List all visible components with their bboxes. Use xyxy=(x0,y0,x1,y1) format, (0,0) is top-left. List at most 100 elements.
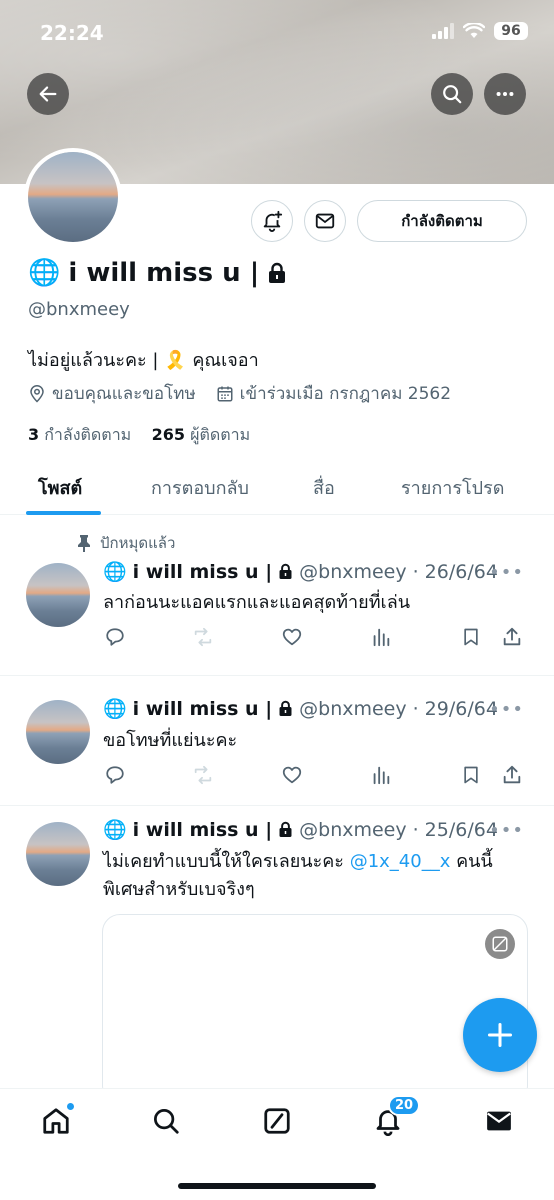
followers-count: 265 xyxy=(151,425,185,444)
share-button[interactable] xyxy=(500,625,524,649)
plus-icon xyxy=(487,1022,513,1048)
notify-button[interactable] xyxy=(251,200,293,242)
more-options-button[interactable] xyxy=(484,73,526,115)
post-header: 🌐 i will miss u | @bnxmeey · 25/6/64 xyxy=(103,818,498,842)
post-author-name[interactable]: i will miss u | xyxy=(133,698,272,720)
profile-tabs: โพสต์ การตอบกลับ สื่อ รายการโปรด xyxy=(0,465,554,515)
pinned-indicator: ปักหมุดแล้ว xyxy=(76,531,175,555)
post-date: 26/6/64 xyxy=(424,560,498,583)
globe-emoji-icon: 🌐 xyxy=(103,561,127,583)
tab-replies[interactable]: การตอบกลับ xyxy=(151,473,249,502)
post-author-name[interactable]: i will miss u | xyxy=(133,819,272,841)
globe-emoji-icon: 🌐 xyxy=(103,819,127,841)
post-actions xyxy=(103,625,523,651)
post-author-handle: @bnxmeey xyxy=(299,818,407,841)
post-avatar[interactable] xyxy=(26,822,90,886)
location-pin-icon xyxy=(30,384,44,403)
post-author-handle: @bnxmeey xyxy=(299,697,407,720)
post-author-name[interactable]: i will miss u | xyxy=(133,561,272,583)
profile-name-text: i will miss u | xyxy=(68,258,260,288)
analytics-icon xyxy=(373,628,390,647)
post-mention-link[interactable]: @1x_40__x xyxy=(350,851,451,872)
globe-emoji-icon: 🌐 xyxy=(28,258,61,288)
post-text-part: ไม่เคยทำแบบนี้ให้ใครเลยนะคะ xyxy=(103,851,350,872)
post-date: 25/6/64 xyxy=(424,818,498,841)
profile-joined-date: เข้าร่วมเมือ กรกฎาคม 2562 xyxy=(239,384,452,404)
globe-emoji-icon: 🌐 xyxy=(103,698,127,720)
battery-indicator: 96 xyxy=(494,22,528,40)
repost-icon xyxy=(194,765,212,785)
post-actions xyxy=(103,763,523,789)
search-icon xyxy=(443,85,462,104)
reply-button[interactable] xyxy=(103,763,127,787)
nav-notifications[interactable]: 20 xyxy=(372,1095,421,1137)
views-button[interactable] xyxy=(369,763,393,787)
post-text: ไม่เคยทำแบบนี้ให้ใครเลยนะคะ @1x_40__x คน… xyxy=(103,848,514,904)
mail-icon xyxy=(487,1111,511,1131)
post-avatar[interactable] xyxy=(26,563,90,627)
following-stat[interactable]: 3 กำลังติดตาม xyxy=(28,425,131,444)
nav-grok[interactable] xyxy=(261,1105,293,1137)
lock-icon xyxy=(279,700,292,716)
nav-search[interactable] xyxy=(150,1105,182,1137)
home-new-dot xyxy=(66,1102,75,1111)
tab-posts[interactable]: โพสต์ xyxy=(38,473,82,502)
bookmark-button[interactable] xyxy=(459,625,483,649)
reply-icon xyxy=(106,628,124,646)
like-button[interactable] xyxy=(280,763,304,787)
following-button[interactable]: กำลังติดตาม xyxy=(357,200,527,242)
grok-icon xyxy=(264,1108,290,1134)
wifi-icon xyxy=(463,23,485,38)
notifications-badge: 20 xyxy=(388,1095,421,1116)
followers-label: ผู้ติดตาม xyxy=(190,425,251,444)
like-button[interactable] xyxy=(280,625,304,649)
bookmark-icon xyxy=(464,766,478,784)
tab-media[interactable]: สื่อ xyxy=(313,473,335,502)
post-avatar[interactable] xyxy=(26,700,90,764)
post-text: ลาก่อนนะแอคแรกและแอคสุดท้ายที่เล่น xyxy=(103,592,411,613)
post-dot-separator: · xyxy=(412,818,419,841)
profile-display-name: 🌐 i will miss u | xyxy=(28,258,287,288)
post-dot-separator: · xyxy=(412,560,419,583)
follow-stats: 3 กำลังติดตาม 265 ผู้ติดตาม xyxy=(28,423,250,448)
repost-icon xyxy=(194,627,212,647)
post-more-icon[interactable]: ••• xyxy=(489,562,524,583)
post-more-icon[interactable]: ••• xyxy=(489,699,524,720)
signal-icon xyxy=(432,23,454,39)
lock-icon xyxy=(279,563,292,579)
share-button[interactable] xyxy=(500,763,524,787)
status-time: 22:24 xyxy=(40,21,104,45)
profile-avatar[interactable] xyxy=(24,148,122,246)
mail-icon xyxy=(315,213,335,229)
heart-icon xyxy=(282,766,302,784)
bookmark-button[interactable] xyxy=(459,763,483,787)
calendar-icon xyxy=(217,386,233,401)
more-horizontal-icon xyxy=(496,91,514,97)
nav-messages[interactable] xyxy=(483,1105,515,1137)
status-bar: 22:24 96 xyxy=(0,0,554,66)
lock-icon xyxy=(269,262,286,283)
post-more-icon[interactable]: ••• xyxy=(489,820,524,841)
profile-meta: ขอบคุณและขอโทษ เข้าร่วมเมือ กรกฎาคม 2562 xyxy=(28,380,451,407)
reply-icon xyxy=(106,766,124,784)
active-tab-indicator xyxy=(26,511,101,515)
message-button[interactable] xyxy=(304,200,346,242)
compose-post-button[interactable] xyxy=(463,998,537,1072)
tab-likes[interactable]: รายการโปรด xyxy=(401,473,504,502)
analytics-icon xyxy=(373,766,390,785)
post-divider xyxy=(0,805,554,806)
reply-button[interactable] xyxy=(103,625,127,649)
bell-plus-icon xyxy=(263,210,283,232)
followers-stat[interactable]: 265 ผู้ติดตาม xyxy=(152,425,251,444)
post-media-card[interactable] xyxy=(102,914,528,1104)
nav-home[interactable] xyxy=(40,1102,75,1137)
status-icons: 96 xyxy=(432,22,528,40)
search-button[interactable] xyxy=(431,73,473,115)
profile-location: ขอบคุณและขอโทษ xyxy=(52,384,196,404)
repost-button xyxy=(191,763,215,787)
lock-icon xyxy=(279,821,292,837)
post-author-handle: @bnxmeey xyxy=(299,560,407,583)
back-button[interactable] xyxy=(27,73,69,115)
views-button[interactable] xyxy=(369,625,393,649)
following-label: กำลังติดตาม xyxy=(44,425,132,444)
